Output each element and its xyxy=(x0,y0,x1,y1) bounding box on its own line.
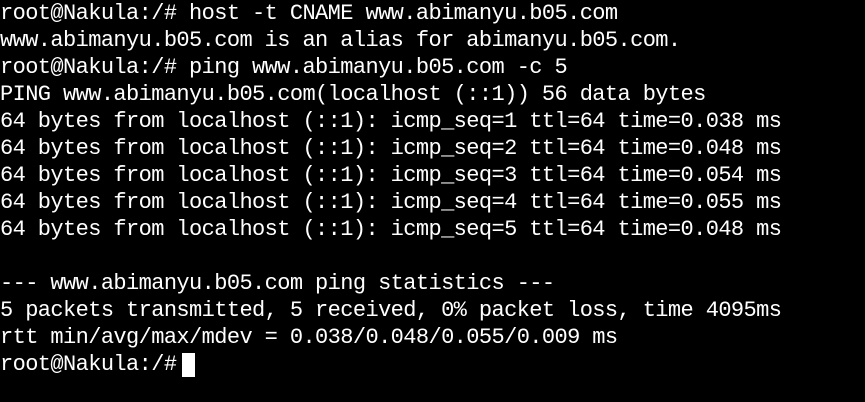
terminal-prompt: root@Nakula:/# xyxy=(0,352,177,377)
terminal-line-10 xyxy=(0,243,865,270)
terminal-window[interactable]: root@Nakula:/# host -t CNAME www.abimany… xyxy=(0,0,865,402)
terminal-line-3: root@Nakula:/# ping www.abimanyu.b05.com… xyxy=(0,55,568,80)
terminal-line-5: 64 bytes from localhost (::1): icmp_seq=… xyxy=(0,109,782,134)
terminal-line-1: root@Nakula:/# host -t CNAME www.abimany… xyxy=(0,1,618,26)
terminal-line-11: --- www.abimanyu.b05.com ping statistics… xyxy=(0,271,555,296)
terminal-line-8: 64 bytes from localhost (::1): icmp_seq=… xyxy=(0,190,782,215)
terminal-line-2: www.abimanyu.b05.com is an alias for abi… xyxy=(0,28,681,53)
terminal-cursor[interactable] xyxy=(182,352,196,377)
terminal-line-6: 64 bytes from localhost (::1): icmp_seq=… xyxy=(0,136,782,161)
terminal-line-9: 64 bytes from localhost (::1): icmp_seq=… xyxy=(0,217,782,242)
terminal-line-7: 64 bytes from localhost (::1): icmp_seq=… xyxy=(0,163,782,188)
terminal-line-12: 5 packets transmitted, 5 received, 0% pa… xyxy=(0,298,782,323)
terminal-prompt-line[interactable]: root@Nakula:/# xyxy=(0,351,865,378)
terminal-line-13: rtt min/avg/max/mdev = 0.038/0.048/0.055… xyxy=(0,325,618,350)
terminal-line-4: PING www.abimanyu.b05.com(localhost (::1… xyxy=(0,82,706,107)
